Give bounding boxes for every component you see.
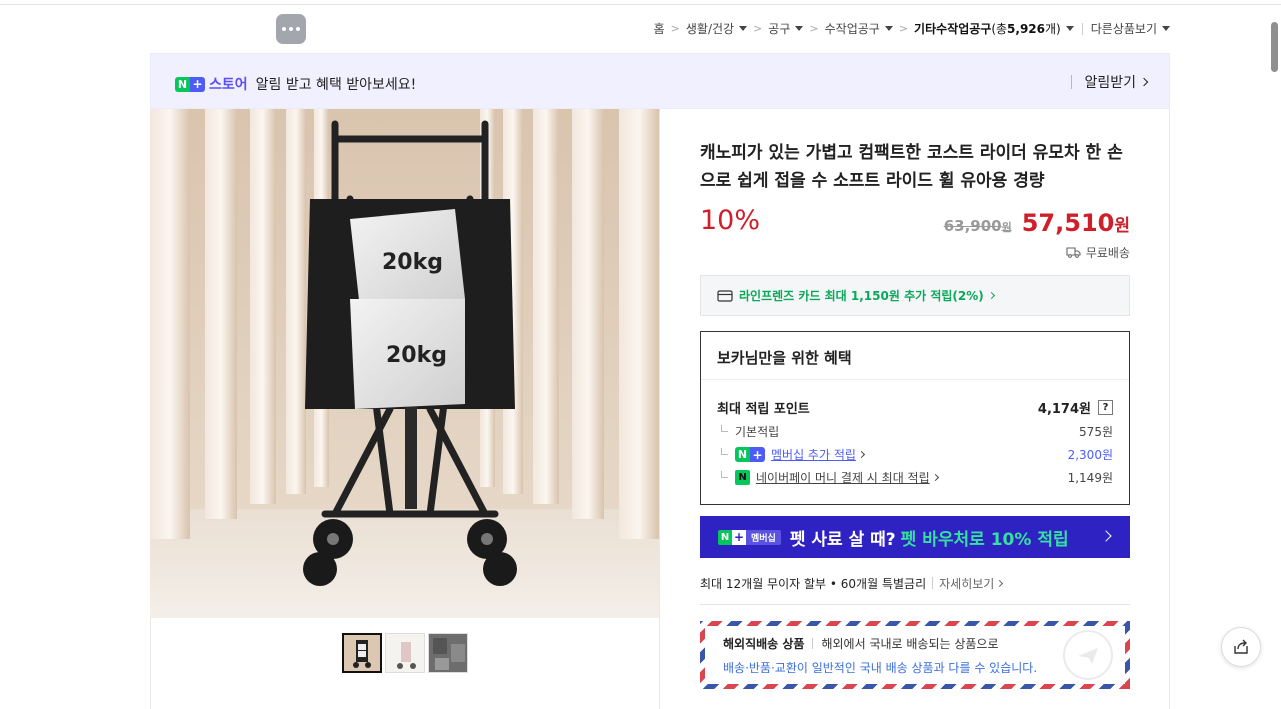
- chevron-down-icon: [795, 26, 804, 31]
- price-row: 63,900원 57,510원: [944, 209, 1130, 237]
- chevron-right-icon: [1139, 77, 1149, 87]
- share-icon: [1234, 639, 1248, 654]
- chevron-right-icon: [987, 291, 995, 300]
- breadcrumb-separator-icon: >: [898, 22, 909, 35]
- installment-details-link[interactable]: 자세히보기: [939, 575, 1004, 592]
- get-alerts-button[interactable]: 알림받기: [1071, 72, 1149, 92]
- promo-text: 펫 사료 살 때?: [789, 529, 896, 550]
- breadcrumb-home[interactable]: 홈: [654, 20, 665, 37]
- tree-connector-icon: [721, 471, 728, 478]
- pet-voucher-promo-banner[interactable]: N + 멤버십 펫 사료 살 때? 펫 바우처로 10% 적립: [700, 516, 1130, 558]
- original-price: 63,900원: [943, 217, 1012, 235]
- chevron-right-icon: [857, 450, 865, 459]
- credit-card-icon: [717, 289, 733, 302]
- product-main-image[interactable]: 20kg 20kg: [150, 109, 659, 618]
- tree-connector-icon: [721, 448, 728, 455]
- product-image-column: 20kg 20kg: [150, 109, 660, 709]
- help-icon[interactable]: ?: [1098, 400, 1113, 415]
- breadcrumb-separator-icon: >: [670, 22, 680, 35]
- benefit-title: 보카님만을 위한 혜택: [701, 332, 1129, 380]
- share-button[interactable]: [1221, 627, 1261, 667]
- breadcrumb-tools[interactable]: 공구: [768, 20, 804, 37]
- promo-highlight: 펫 바우처로 10% 적립: [900, 529, 1069, 550]
- sale-price: 57,510원: [1021, 209, 1130, 237]
- other-products-dropdown[interactable]: 다른상품보기: [1091, 20, 1170, 37]
- naver-plus-icon: N +: [175, 76, 205, 92]
- installment-text: 최대 12개월 무이자 할부 • 60개월 특별금리: [700, 577, 927, 591]
- truck-icon: [1066, 247, 1081, 258]
- breadcrumb-separator-icon: >: [753, 22, 763, 35]
- overseas-shipping-notice: 해외직배송 상품 해외에서 국내로 배송되는 상품으로 배송·반품·교환이 일반…: [700, 621, 1130, 689]
- store-word: 스토어: [209, 77, 248, 93]
- chevron-down-icon: [739, 26, 748, 31]
- banner-text: 알림 받고 혜택 받아보세요!: [255, 77, 417, 93]
- discount-rate: 10%: [700, 205, 761, 236]
- naver-pay-icon: N: [735, 470, 750, 485]
- airplane-stamp-icon: [1063, 630, 1113, 680]
- product-title: 캐노피가 있는 가볍고 컴팩트한 코스트 라이더 유모차 한 손으로 쉽게 접을…: [700, 143, 1123, 191]
- chevron-right-icon: [931, 473, 939, 482]
- top-header: b| 홈 > 생활/건강 > 공구 > 수작업공구 > 기타수작업공구(총 5,…: [150, 12, 1170, 179]
- overseas-notice: 배송·반품·교환이 일반적인 국내 배송 상품과 다를 수 있습니다.: [723, 661, 1038, 675]
- top-divider: [0, 4, 1281, 5]
- shipping-info: 무료배송: [1066, 244, 1130, 261]
- divider: [812, 638, 814, 649]
- membership-badge: N + 멤버십: [718, 529, 781, 545]
- breadcrumb-current-category[interactable]: 기타수작업공구 (총 5,926 개): [914, 20, 1074, 37]
- max-points-row: 최대 적립 포인트 4,174원?: [717, 398, 1113, 417]
- member-benefit-box: 보카님만을 위한 혜택 최대 적립 포인트 4,174원? 기본적립 575원 …: [700, 331, 1130, 505]
- breadcrumb-hand-tools[interactable]: 수작업공구: [825, 20, 893, 37]
- thumbnail-1[interactable]: [342, 633, 382, 673]
- breadcrumb: 홈 > 생활/건강 > 공구 > 수작업공구 > 기타수작업공구 (총 5,926…: [654, 20, 1170, 37]
- chevron-down-icon: [884, 26, 893, 31]
- overseas-desc: 해외에서 국내로 배송되는 상품으로: [821, 637, 999, 651]
- chevron-down-icon: [1162, 26, 1170, 31]
- chevron-right-icon: [1100, 530, 1112, 542]
- tree-connector-icon: [721, 425, 728, 432]
- membership-points-link[interactable]: 멤버십 추가 적립: [771, 446, 856, 463]
- more-apps-icon[interactable]: [276, 14, 306, 44]
- divider: [1081, 22, 1083, 35]
- chevron-right-icon: [996, 579, 1004, 588]
- naver-plus-icon: N +: [735, 447, 765, 462]
- installment-info: 최대 12개월 무이자 할부 • 60개월 특별금리 자세히보기: [700, 575, 1130, 605]
- overseas-label: 해외직배송 상품: [723, 637, 805, 651]
- basic-points-row: 기본적립 575원: [717, 423, 1113, 440]
- npay-points-row: N 네이버페이 머니 결제 시 최대 적립 1,149원: [717, 469, 1113, 486]
- get-alerts-label: 알림받기: [1084, 75, 1136, 91]
- thumbnail-3[interactable]: [428, 633, 468, 673]
- breadcrumb-separator-icon: >: [809, 22, 819, 35]
- breadcrumb-living-health[interactable]: 생활/건강: [686, 20, 748, 37]
- npay-points-link[interactable]: 네이버페이 머니 결제 시 최대 적립: [756, 469, 930, 486]
- scrollbar-thumb[interactable]: [1271, 22, 1278, 72]
- store-alert-banner: N + 스토어 알림 받고 혜택 받아보세요! 알림받기: [150, 53, 1170, 109]
- thumbnail-2[interactable]: [385, 633, 425, 673]
- card-benefit-link[interactable]: 라인프렌즈 카드 최대 1,150원 추가 적립(2%): [700, 275, 1130, 316]
- naver-plus-store-logo: N + 스토어 알림 받고 혜택 받아보세요!: [175, 74, 416, 94]
- divider: [932, 577, 934, 589]
- membership-points-row: N + 멤버십 추가 적립 2,300원: [717, 446, 1113, 463]
- thumbnail-strip: [342, 633, 468, 673]
- box-label: 20kg: [386, 343, 447, 368]
- box-label: 20kg: [382, 250, 443, 275]
- chevron-down-icon: [1065, 26, 1074, 31]
- divider: [1071, 75, 1073, 89]
- card-benefit-text: 라인프렌즈 카드 최대 1,150원 추가 적립(2%): [739, 289, 984, 303]
